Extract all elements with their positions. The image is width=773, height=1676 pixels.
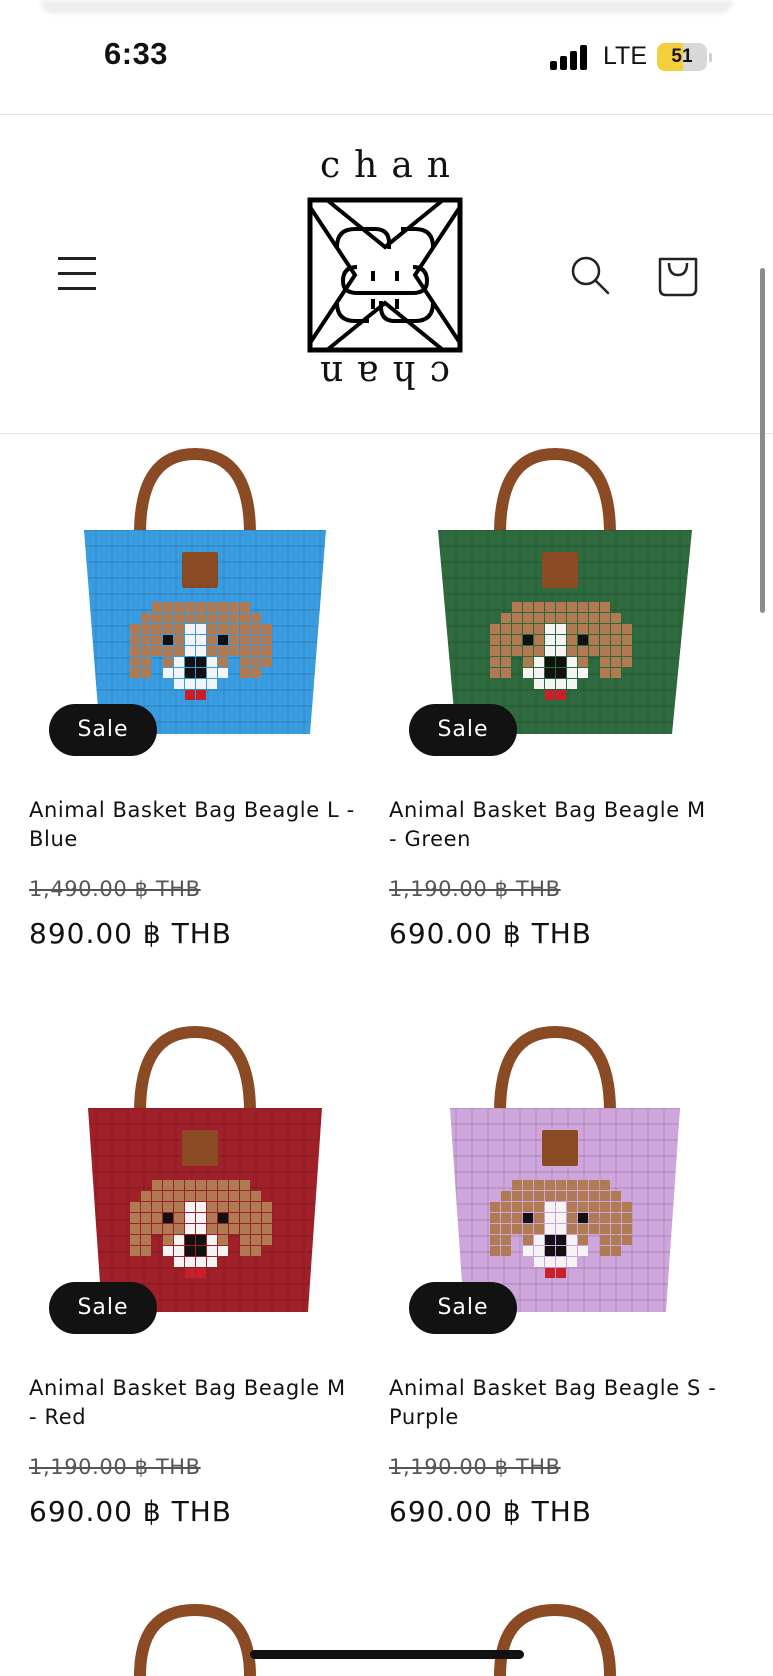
battery-icon: 51 [657,43,707,71]
sale-badge: Sale [49,1282,157,1334]
signal-icon [550,44,590,70]
site-header: chan chan [0,115,773,433]
basket-bag-graphic [88,1025,322,1312]
logo-wordmark-bottom: chan [306,353,450,394]
sale-badge: Sale [49,704,157,756]
battery-level: 51 [671,46,693,67]
logo-wordmark-top: chan [320,145,464,186]
search-icon[interactable] [568,253,612,297]
sale-price: 690.00 ฿ THB [389,1495,592,1528]
status-bar: 6:33 LTE 51 [0,0,773,114]
sale-price: 890.00 ฿ THB [29,917,232,950]
network-label: LTE [603,42,647,70]
sale-price: 690.00 ฿ THB [29,1495,232,1528]
basket-bag-graphic [450,1025,680,1312]
sale-price: 690.00 ฿ THB [389,917,592,950]
regular-price: 1,490.00 ฿ THB [29,877,201,901]
status-time: 6:33 [104,36,169,71]
battery-cap [709,53,712,62]
product-title[interactable]: Animal Basket Bag Beagle S - Purple [389,1374,719,1432]
next-row-product-images[interactable] [0,1590,773,1676]
hamburger-menu-icon[interactable] [58,255,96,291]
regular-price: 1,190.00 ฿ THB [389,1455,561,1479]
regular-price: 1,190.00 ฿ THB [389,877,561,901]
cart-bag-icon[interactable] [656,251,700,297]
sale-badge: Sale [409,1282,517,1334]
basket-bag-graphic [84,447,326,734]
product-title[interactable]: Animal Basket Bag Beagle L - Blue [29,796,359,854]
logo-monogram-icon [307,197,463,353]
home-indicator[interactable] [250,1650,524,1659]
regular-price: 1,190.00 ฿ THB [29,1455,201,1479]
sale-badge: Sale [409,704,517,756]
product-title[interactable]: Animal Basket Bag Beagle M - Red [29,1374,359,1432]
basket-bag-graphic [438,447,692,734]
page-scrollbar[interactable] [760,268,765,613]
product-title[interactable]: Animal Basket Bag Beagle M - Green [389,796,719,854]
brand-logo[interactable]: chan chan [300,145,470,395]
